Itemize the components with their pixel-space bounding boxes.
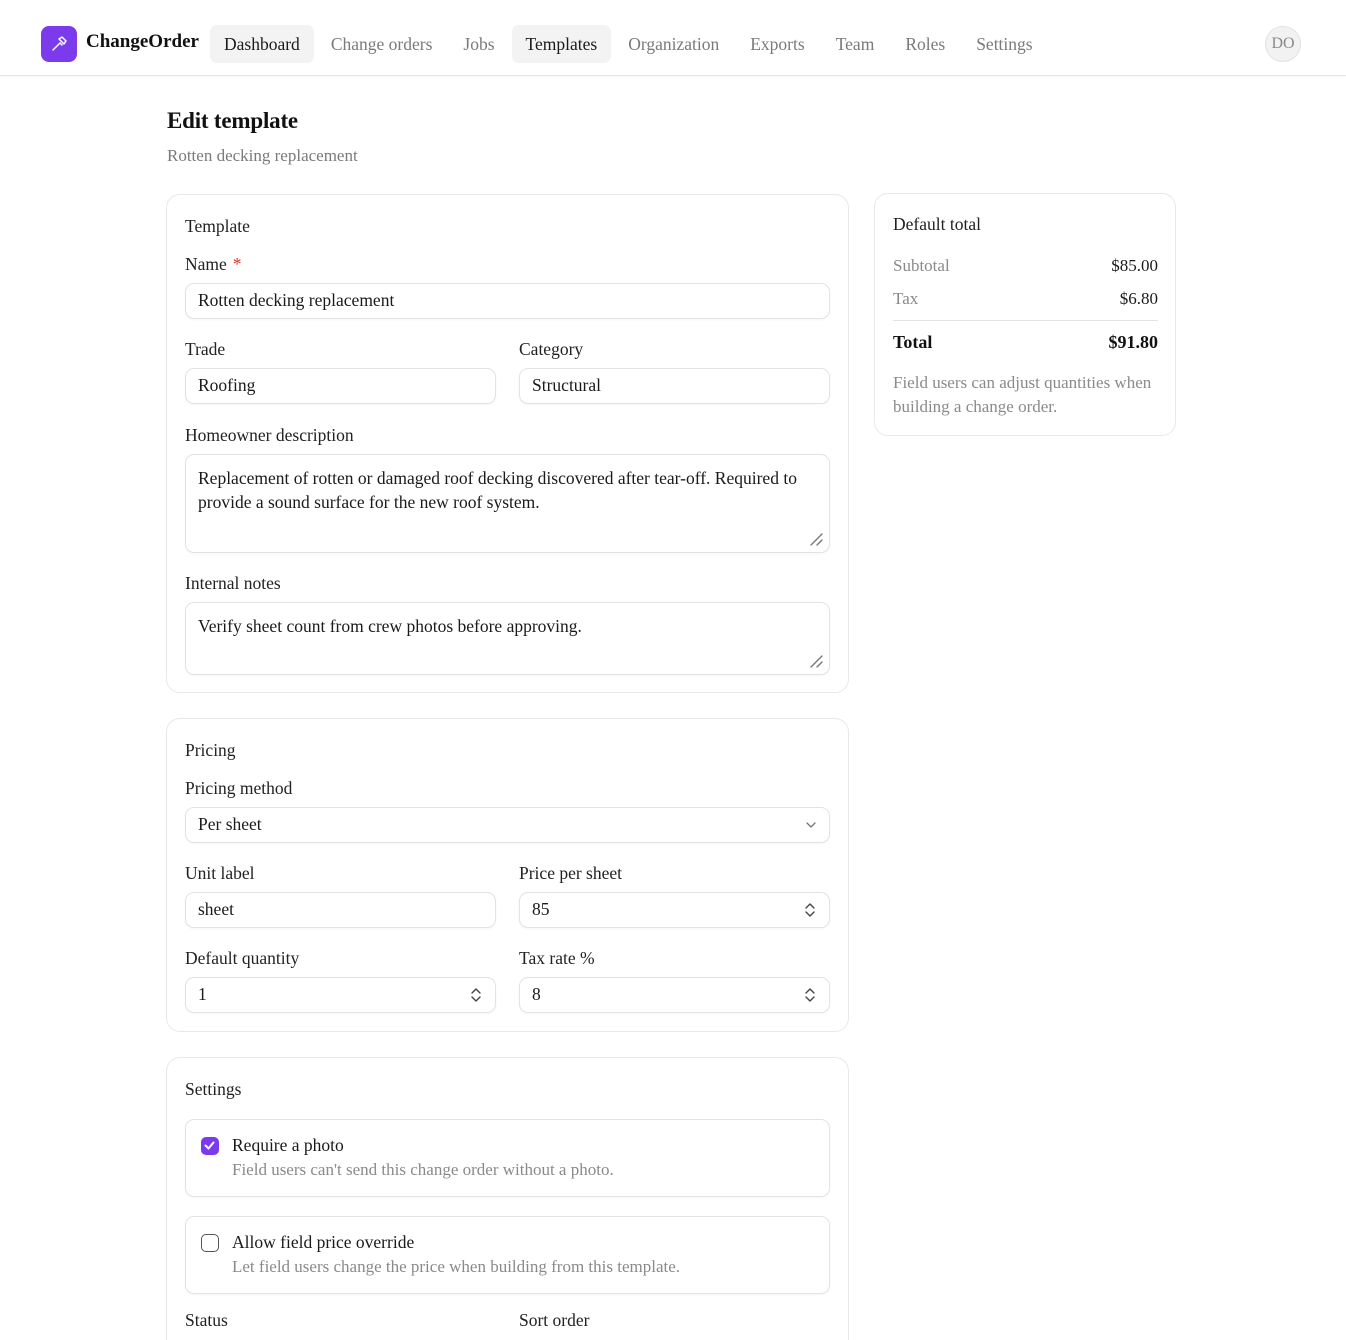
pricing-card: Pricing Pricing method Per sheet Unit la… — [166, 718, 849, 1032]
name-label: Name * — [185, 254, 242, 275]
app-logo[interactable] — [41, 26, 77, 62]
tax-value: $6.80 — [1119, 289, 1158, 308]
summary-title: Default total — [893, 214, 981, 234]
nav-settings[interactable]: Settings — [962, 25, 1046, 63]
page-title: Edit template — [167, 108, 298, 133]
status-label: Status — [185, 1310, 228, 1330]
page-subtitle: Rotten decking replacement — [167, 146, 358, 165]
brand-name[interactable]: ChangeOrder — [86, 31, 199, 53]
pricing-method-value: Per sheet — [198, 814, 262, 834]
trade-label: Trade — [185, 339, 226, 359]
pricing-method-label: Pricing method — [185, 778, 293, 798]
nav-change-orders[interactable]: Change orders — [317, 25, 447, 63]
price-override-checkbox[interactable] — [201, 1234, 219, 1252]
tax-rate-input[interactable]: 8 — [519, 977, 830, 1013]
resize-grip-icon[interactable] — [808, 531, 824, 547]
tax-rate-label: Tax rate % — [519, 948, 595, 968]
pricing-method-select[interactable]: Per sheet — [185, 807, 830, 843]
price-per-sheet-value: 85 — [532, 899, 550, 919]
nav-dashboard[interactable]: Dashboard — [210, 25, 314, 63]
description-label: Homeowner description — [185, 425, 354, 445]
stepper-icon[interactable] — [469, 985, 483, 1005]
default-quantity-value: 1 — [198, 984, 207, 1004]
require-photo-option[interactable]: Require a photo Field users can't send t… — [185, 1119, 830, 1197]
settings-card: Settings Require a photo Field users can… — [166, 1057, 849, 1340]
name-input[interactable]: Rotten decking replacement — [185, 283, 830, 319]
resize-grip-icon[interactable] — [808, 653, 824, 669]
unit-label-label: Unit label — [185, 863, 255, 883]
check-icon — [204, 1141, 215, 1150]
total-row: Total $91.80 — [893, 332, 1158, 353]
nav-templates[interactable]: Templates — [511, 25, 612, 63]
chevron-down-icon — [806, 822, 816, 828]
main-nav: Dashboard Change orders Jobs Templates O… — [210, 25, 1050, 63]
description-text: Replacement of rotten or damaged roof de… — [198, 468, 797, 512]
option-description: Let field users change the price when bu… — [232, 1257, 681, 1276]
summary-note: Field users can adjust quantities when b… — [893, 373, 1152, 416]
unit-label-input[interactable]: sheet — [185, 892, 496, 928]
nav-organization[interactable]: Organization — [614, 25, 733, 63]
total-label: Total — [893, 332, 933, 352]
divider — [893, 320, 1158, 321]
price-per-sheet-input[interactable]: 85 — [519, 892, 830, 928]
option-description: Field users can't send this change order… — [232, 1160, 614, 1179]
option-title: Allow field price override — [232, 1232, 415, 1252]
stepper-icon[interactable] — [803, 900, 817, 920]
name-label-text: Name — [185, 254, 227, 274]
card-title: Template — [185, 216, 250, 236]
tax-label: Tax — [893, 289, 919, 308]
price-override-option[interactable]: Allow field price override Let field use… — [185, 1216, 830, 1294]
nav-team[interactable]: Team — [822, 25, 889, 63]
sort-order-label: Sort order — [519, 1310, 590, 1330]
default-quantity-label: Default quantity — [185, 948, 300, 968]
top-nav-bar: ChangeOrder Dashboard Change orders Jobs… — [0, 0, 1346, 76]
nav-jobs[interactable]: Jobs — [449, 25, 508, 63]
category-input[interactable]: Structural — [519, 368, 830, 404]
subtotal-value: $85.00 — [1111, 256, 1158, 275]
card-title: Pricing — [185, 740, 236, 760]
option-title: Require a photo — [232, 1135, 344, 1155]
template-card: Template Name * Rotten decking replacemen… — [166, 194, 849, 693]
subtotal-row: Subtotal $85.00 — [893, 256, 1158, 276]
default-quantity-input[interactable]: 1 — [185, 977, 496, 1013]
subtotal-label: Subtotal — [893, 256, 950, 275]
trade-input[interactable]: Roofing — [185, 368, 496, 404]
tax-rate-value: 8 — [532, 984, 541, 1004]
card-title: Settings — [185, 1079, 242, 1099]
notes-label: Internal notes — [185, 573, 281, 593]
price-per-sheet-label: Price per sheet — [519, 863, 623, 883]
tax-row: Tax $6.80 — [893, 289, 1158, 309]
nav-roles[interactable]: Roles — [891, 25, 959, 63]
description-textarea[interactable]: Replacement of rotten or damaged roof de… — [185, 454, 830, 553]
stepper-icon[interactable] — [803, 985, 817, 1005]
total-value: $91.80 — [1108, 332, 1159, 352]
notes-textarea[interactable]: Verify sheet count from crew photos befo… — [185, 602, 830, 675]
default-total-card: Default total Subtotal $85.00 Tax $6.80 … — [874, 193, 1176, 436]
category-label: Category — [519, 339, 584, 359]
user-avatar[interactable]: DO — [1265, 26, 1301, 62]
require-photo-checkbox[interactable] — [201, 1137, 219, 1155]
hammer-icon — [52, 36, 67, 51]
required-mark: * — [232, 254, 242, 274]
nav-exports[interactable]: Exports — [736, 25, 818, 63]
notes-text: Verify sheet count from crew photos befo… — [198, 616, 582, 636]
